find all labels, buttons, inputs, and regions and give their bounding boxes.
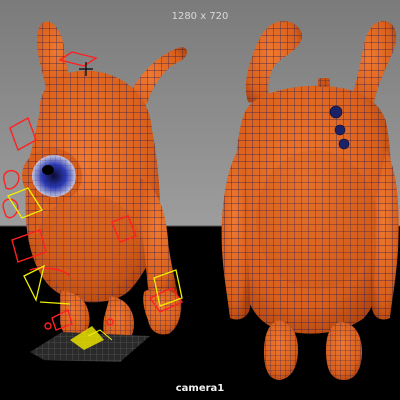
maya-viewport[interactable]: 1280 x 720 camera1: [0, 0, 400, 400]
button-icon: [338, 138, 350, 150]
button-icon: [334, 124, 346, 136]
resolution-gate-label: 1280 x 720: [171, 11, 229, 22]
eye-icon: [22, 148, 82, 204]
scene-canvas[interactable]: [0, 0, 400, 400]
button-icon: [329, 105, 343, 119]
camera-name-label: camera1: [175, 383, 225, 394]
